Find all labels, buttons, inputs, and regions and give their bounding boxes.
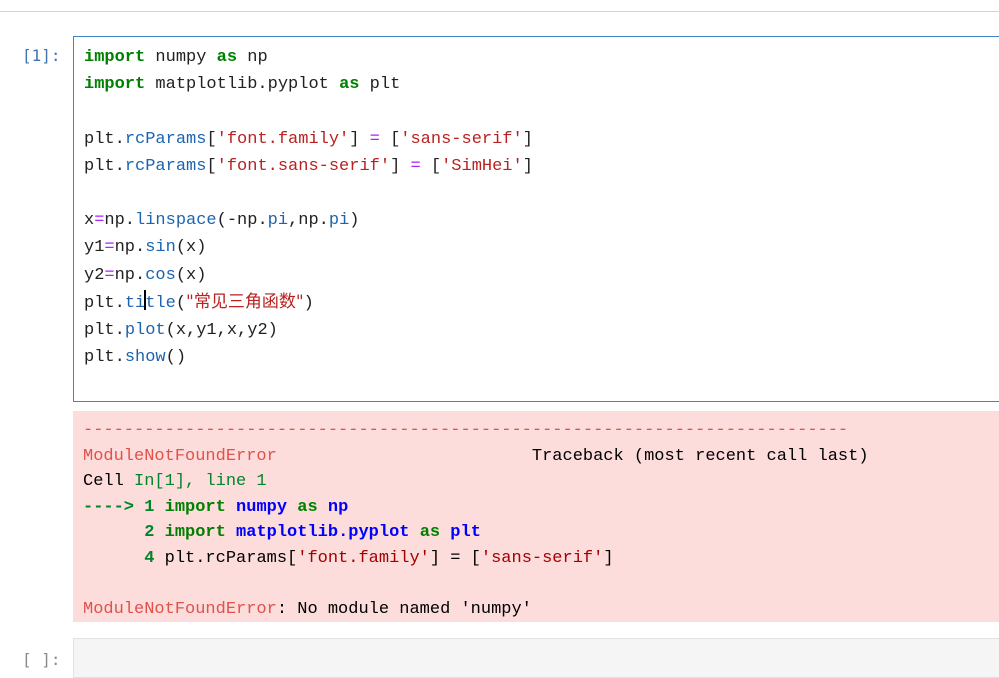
traceback-line-2: 2 import matplotlib.pyplot as plt (83, 523, 481, 542)
cell-prompt-empty: [ ]: (22, 650, 61, 669)
code-line-2: import matplotlib.pyplot as plt (84, 75, 401, 95)
error-output: ----------------------------------------… (73, 411, 999, 622)
cell-prompt: [1]: (22, 46, 61, 65)
code-line-10: plt.title("常见三角函数") (84, 289, 314, 313)
traceback-line-4: 4 plt.rcParams['font.family'] = ['sans-s… (83, 548, 614, 568)
code-editor[interactable]: import numpy as np import matplotlib.pyp… (73, 36, 999, 402)
code-line-11: plt.plot(x,y1,x,y2) (84, 321, 278, 341)
code-line-1: import numpy as np (84, 48, 268, 67)
top-toolbar-divider (0, 0, 999, 12)
code-line-12: plt.show() (84, 348, 187, 368)
traceback-divider: ----------------------------------------… (83, 421, 849, 440)
traceback-text: ----------------------------------------… (83, 418, 869, 622)
code-line-8: y1=np.sin(x) (84, 238, 207, 258)
traceback-cell-ref: Cell In[1], line 1 (83, 472, 267, 491)
code-line-9: y2=np.cos(x) (84, 265, 207, 285)
empty-code-cell[interactable] (73, 638, 999, 678)
code-line-7: x=np.linspace(-np.pi,np.pi) (84, 211, 360, 231)
code-line-4: plt.rcParams['font.family'] = ['sans-ser… (84, 129, 533, 149)
traceback-line-1: ----> 1 import numpy as np (83, 497, 349, 517)
error-message: ModuleNotFoundError: No module named 'nu… (83, 599, 532, 619)
traceback-header: ModuleNotFoundError Traceback (most rece… (83, 446, 869, 466)
code-line-5: plt.rcParams['font.sans-serif'] = ['SimH… (84, 156, 533, 176)
code-content[interactable]: import numpy as np import matplotlib.pyp… (84, 44, 533, 371)
